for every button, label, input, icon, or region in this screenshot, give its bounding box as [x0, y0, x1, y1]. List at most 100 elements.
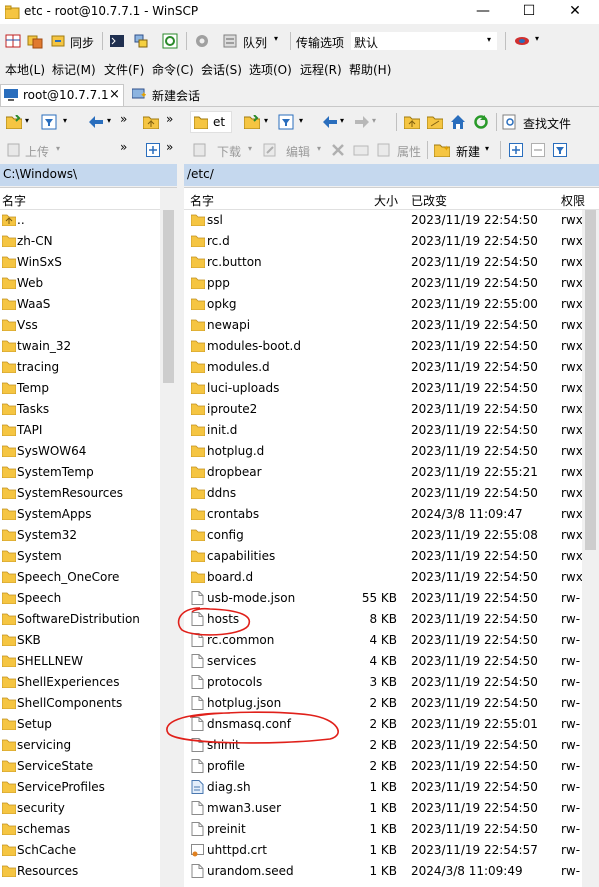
table-row[interactable]: uhttpd.crt 1 KB 2023/11/19 22:54:57 rw- [184, 840, 582, 861]
local-scrollbar[interactable] [160, 188, 177, 887]
table-row[interactable]: usb-mode.json 55 KB 2023/11/19 22:54:50 rw- [184, 588, 582, 609]
local-list-item[interactable]: WaaS [0, 294, 160, 315]
chevron-down-icon[interactable]: ▾ [317, 144, 321, 153]
sync-icon[interactable] [48, 31, 68, 51]
chevron-down-icon[interactable]: ▾ [63, 116, 67, 125]
chevron-down-icon[interactable]: ▾ [107, 116, 111, 125]
local-list-item[interactable]: ServiceState [0, 756, 160, 777]
table-row[interactable]: modules.d 2023/11/19 22:54:50 rwx [184, 357, 583, 378]
more-icon[interactable]: » [120, 112, 127, 126]
local-list-item[interactable]: Tasks [0, 399, 160, 420]
edit-label[interactable]: 编辑 [286, 143, 310, 160]
gear-icon[interactable] [192, 31, 212, 51]
remote-scrollbar-thumb[interactable] [585, 210, 596, 550]
remote-col-name[interactable]: 名字 [190, 192, 214, 209]
parent-folder-icon[interactable] [141, 112, 161, 132]
table-row[interactable]: newapi 2023/11/19 22:54:50 rwx [184, 315, 583, 336]
find-files-icon[interactable] [500, 112, 520, 132]
table-row[interactable]: capabilities 2023/11/19 22:54:50 rwx [184, 546, 583, 567]
local-list-item[interactable]: Resources [0, 861, 160, 882]
filter-icon[interactable] [550, 140, 570, 160]
filter-icon[interactable] [39, 112, 59, 132]
upload-icon[interactable] [4, 140, 24, 160]
local-list-item[interactable]: SystemApps [0, 504, 160, 525]
new-folder-icon[interactable]: ✦ [432, 140, 452, 160]
more-icon[interactable]: » [166, 112, 173, 126]
remote-path-bar[interactable]: /etc/ [184, 164, 599, 186]
chevron-down-icon[interactable]: ▾ [25, 116, 29, 125]
open-folder-icon[interactable] [4, 112, 24, 132]
local-list-item[interactable]: SystemResources [0, 483, 160, 504]
remote-dir-select[interactable]: et [190, 111, 232, 133]
local-col-name[interactable]: 名字 [2, 192, 26, 209]
properties-icon[interactable] [374, 140, 394, 160]
chevron-down-icon[interactable]: ▾ [264, 116, 268, 125]
table-row[interactable]: rc.d 2023/11/19 22:54:50 rwx [184, 231, 583, 252]
chevron-down-icon[interactable]: ▾ [485, 144, 489, 153]
table-row[interactable]: board.d 2023/11/19 22:54:50 rwx [184, 567, 583, 588]
refresh-session-icon[interactable] [160, 31, 180, 51]
local-list-item[interactable]: twain_32 [0, 336, 160, 357]
menu-command[interactable]: 命令(C) [152, 61, 194, 78]
transfer-preset-select[interactable]: 默认 ▾ [350, 31, 498, 51]
more-icon[interactable]: » [120, 140, 127, 154]
chevron-down-icon[interactable]: ▾ [274, 34, 278, 43]
table-row[interactable]: urandom.seed 1 KB 2024/3/8 11:09:49 rw- [184, 861, 582, 882]
table-row[interactable]: protocols 3 KB 2023/11/19 22:54:50 rw- [184, 672, 582, 693]
table-row[interactable]: rc.button 2023/11/19 22:54:50 rwx [184, 252, 583, 273]
chevron-down-icon[interactable]: ▾ [340, 116, 344, 125]
minus-icon[interactable] [528, 140, 548, 160]
compare-directories-icon[interactable] [25, 31, 45, 51]
local-list-item[interactable]: SystemTemp [0, 462, 160, 483]
disconnect-icon[interactable] [512, 31, 532, 51]
menu-help[interactable]: 帮助(H) [349, 61, 391, 78]
tab-new-session[interactable]: ✦ 新建会话 [128, 84, 210, 106]
local-list-item[interactable]: ShellComponents [0, 693, 160, 714]
remote-col-rights[interactable]: 权限 [561, 192, 585, 209]
local-list-item[interactable]: System [0, 546, 160, 567]
local-list-item[interactable]: SKB [0, 630, 160, 651]
close-tab-icon[interactable]: × [109, 87, 120, 102]
maximize-button[interactable]: ☐ [506, 2, 552, 22]
filter-icon[interactable] [276, 112, 296, 132]
local-list-item[interactable]: TAPI [0, 420, 160, 441]
remote-col-changed[interactable]: 已改变 [411, 192, 447, 209]
download-label[interactable]: 下载 [217, 143, 241, 160]
forward-arrow-icon[interactable] [352, 112, 372, 132]
local-list-item[interactable]: SchCache [0, 840, 160, 861]
local-list-item[interactable]: SysWOW64 [0, 441, 160, 462]
local-list-item[interactable]: Temp [0, 378, 160, 399]
table-row[interactable]: hosts 8 KB 2023/11/19 22:54:50 rw- [184, 609, 582, 630]
table-row[interactable]: crontabs 2024/3/8 11:09:47 rwx [184, 504, 583, 525]
chevron-down-icon[interactable]: ▾ [535, 34, 539, 43]
chevron-down-icon[interactable]: ▾ [299, 116, 303, 125]
table-row[interactable]: shinit 2 KB 2023/11/19 22:54:50 rw- [184, 735, 582, 756]
menu-file[interactable]: 文件(F) [104, 61, 144, 78]
remote-col-size[interactable]: 大小 [374, 192, 398, 209]
table-row[interactable]: ppp 2023/11/19 22:54:50 rwx [184, 273, 583, 294]
menu-remote[interactable]: 远程(R) [300, 61, 342, 78]
local-list-item[interactable]: Speech [0, 588, 160, 609]
chevron-down-icon[interactable]: ▾ [372, 116, 376, 125]
parent-folder-icon[interactable] [402, 112, 422, 132]
local-list-item[interactable]: schemas [0, 819, 160, 840]
table-row[interactable]: mwan3.user 1 KB 2023/11/19 22:54:50 rw- [184, 798, 582, 819]
edit-icon[interactable] [260, 140, 280, 160]
local-list-item[interactable]: System32 [0, 525, 160, 546]
table-row[interactable]: init.d 2023/11/19 22:54:50 rwx [184, 420, 583, 441]
chevron-down-icon[interactable]: ▾ [56, 144, 60, 153]
menu-mark[interactable]: 标记(M) [52, 61, 96, 78]
local-list-item[interactable]: security [0, 798, 160, 819]
local-list-item[interactable]: SHELLNEW [0, 651, 160, 672]
minimize-button[interactable]: — [460, 2, 506, 22]
putty-icon[interactable] [131, 31, 151, 51]
table-row[interactable]: rc.common 4 KB 2023/11/19 22:54:50 rw- [184, 630, 582, 651]
table-row[interactable]: iproute2 2023/11/19 22:54:50 rwx [184, 399, 583, 420]
table-row[interactable]: dnsmasq.conf 2 KB 2023/11/19 22:55:01 rw- [184, 714, 582, 735]
local-list-item[interactable]: Vss [0, 315, 160, 336]
root-folder-icon[interactable] [425, 112, 445, 132]
find-files-label[interactable]: 查找文件 [523, 115, 571, 132]
table-row[interactable]: luci-uploads 2023/11/19 22:54:50 rwx [184, 378, 583, 399]
more-icon[interactable]: » [166, 140, 173, 154]
plus-icon[interactable] [143, 140, 163, 160]
